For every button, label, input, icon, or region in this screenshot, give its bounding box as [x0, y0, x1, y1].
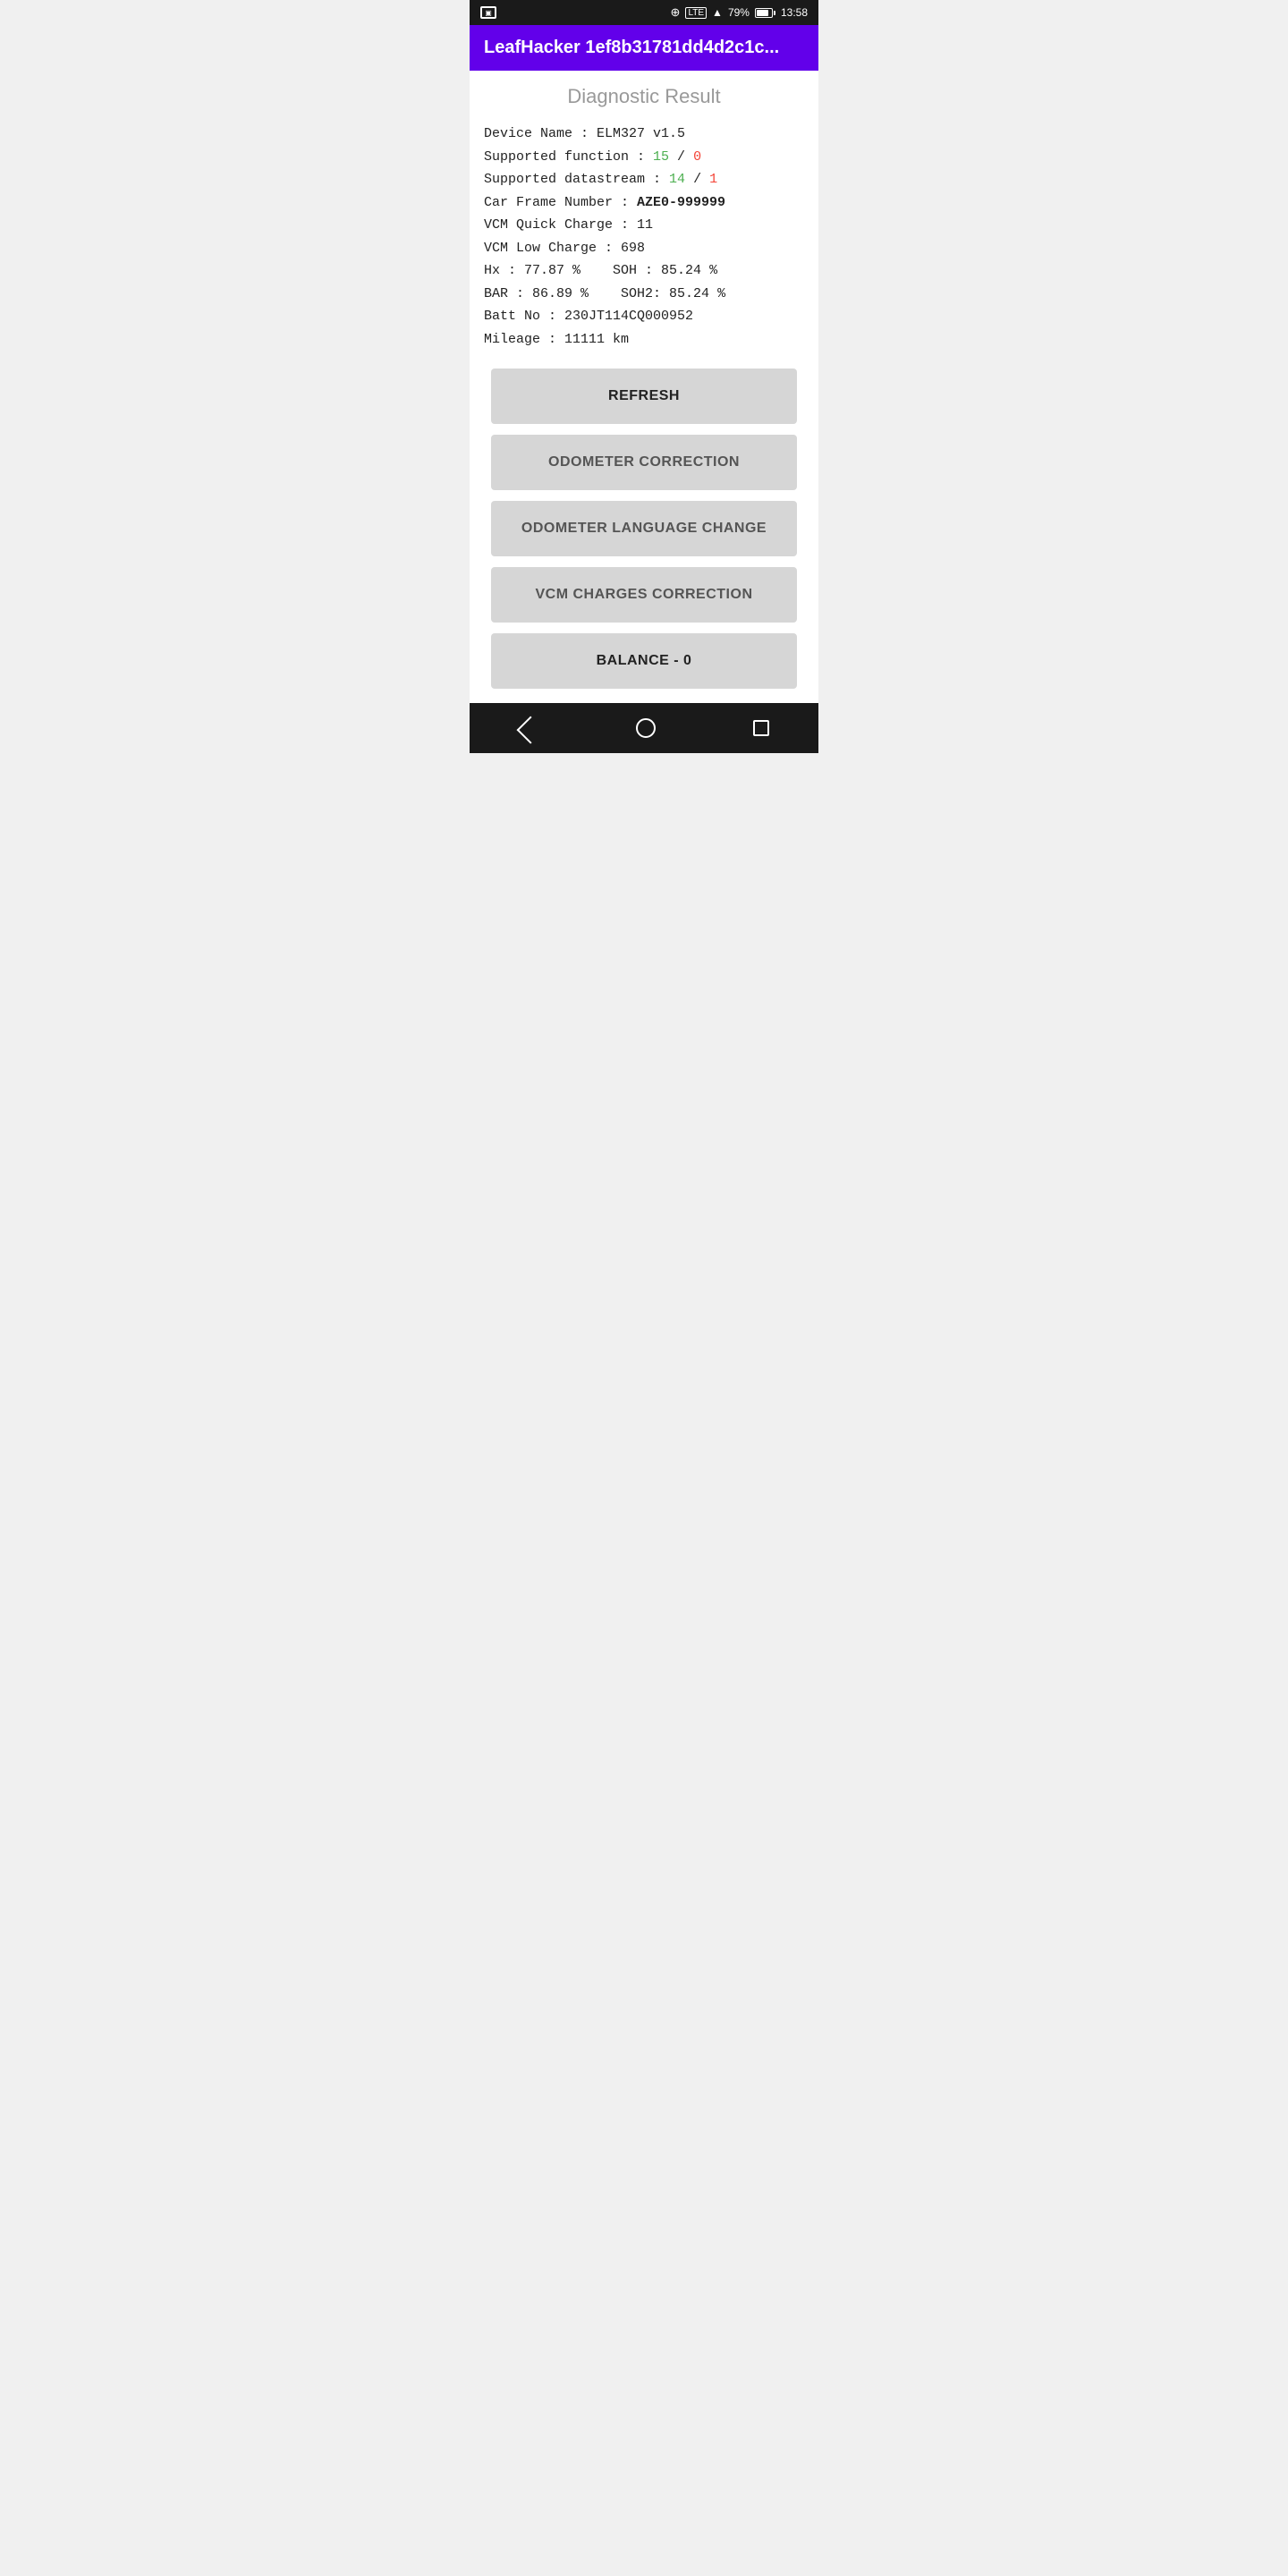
- supported-datastream-green: 14: [669, 172, 685, 187]
- status-right: ⊕ LTE ▲ 79% 13:58: [671, 5, 808, 20]
- soh2-value: SOH2: 85.24 %: [621, 286, 725, 301]
- diagnostic-info: Device Name : ELM327 v1.5 Supported func…: [484, 123, 804, 351]
- battery-icon: [755, 8, 775, 18]
- back-button[interactable]: [519, 718, 538, 738]
- refresh-button[interactable]: REFRESH: [491, 369, 797, 424]
- buttons-container: REFRESH ODOMETER CORRECTION ODOMETER LAN…: [484, 369, 804, 689]
- bluetooth-icon: ⊕: [671, 5, 681, 20]
- bar-soh2-row: BAR : 86.89 % SOH2: 85.24 %: [484, 283, 804, 306]
- car-frame-value: AZE0-999999: [637, 195, 725, 210]
- hx-soh-row: Hx : 77.87 % SOH : 85.24 %: [484, 259, 804, 283]
- recents-button[interactable]: [753, 720, 769, 736]
- odometer-language-change-button[interactable]: ODOMETER LANGUAGE CHANGE: [491, 501, 797, 556]
- bar-value: BAR : 86.89 %: [484, 286, 589, 301]
- supported-datastream-row: Supported datastream : 14 / 1: [484, 168, 804, 191]
- time: 13:58: [781, 6, 808, 19]
- status-bar: ▣ ⊕ LTE ▲ 79% 13:58: [470, 0, 818, 25]
- device-name: Device Name : ELM327 v1.5: [484, 123, 804, 146]
- mileage: Mileage : 11111 km: [484, 328, 804, 352]
- supported-datastream-sep: /: [685, 172, 709, 187]
- odometer-correction-button[interactable]: ODOMETER CORRECTION: [491, 435, 797, 490]
- supported-function-sep: /: [669, 149, 693, 165]
- photo-icon: ▣: [480, 6, 496, 19]
- vcm-quick-charge: VCM Quick Charge : 11: [484, 214, 804, 237]
- supported-function-green: 15: [653, 149, 669, 165]
- car-frame-row: Car Frame Number : AZE0-999999: [484, 191, 804, 215]
- vcm-charges-correction-button[interactable]: VCM CHARGES CORRECTION: [491, 567, 797, 623]
- supported-function-row: Supported function : 15 / 0: [484, 146, 804, 169]
- supported-function-red: 0: [693, 149, 701, 165]
- supported-datastream-red: 1: [709, 172, 717, 187]
- battery-percent: 79%: [728, 6, 750, 19]
- status-left: ▣: [480, 6, 496, 19]
- supported-datastream-label: Supported datastream :: [484, 172, 669, 187]
- nav-bar: [470, 703, 818, 753]
- hx-value: Hx : 77.87 %: [484, 263, 580, 278]
- soh-value: SOH : 85.24 %: [613, 263, 717, 278]
- app-bar: LeafHacker 1ef8b31781dd4d2c1c...: [470, 25, 818, 71]
- home-button[interactable]: [636, 718, 656, 738]
- vcm-low-charge: VCM Low Charge : 698: [484, 237, 804, 260]
- main-content: Diagnostic Result Device Name : ELM327 v…: [470, 71, 818, 703]
- lte-icon: LTE: [685, 7, 707, 19]
- page-title: Diagnostic Result: [484, 85, 804, 108]
- batt-no: Batt No : 230JT114CQ000952: [484, 305, 804, 328]
- supported-function-label: Supported function :: [484, 149, 653, 165]
- car-frame-label: Car Frame Number :: [484, 195, 637, 210]
- balance-button[interactable]: BALANCE - 0: [491, 633, 797, 689]
- signal-icon: ▲: [712, 6, 723, 19]
- app-title: LeafHacker 1ef8b31781dd4d2c1c...: [484, 38, 779, 57]
